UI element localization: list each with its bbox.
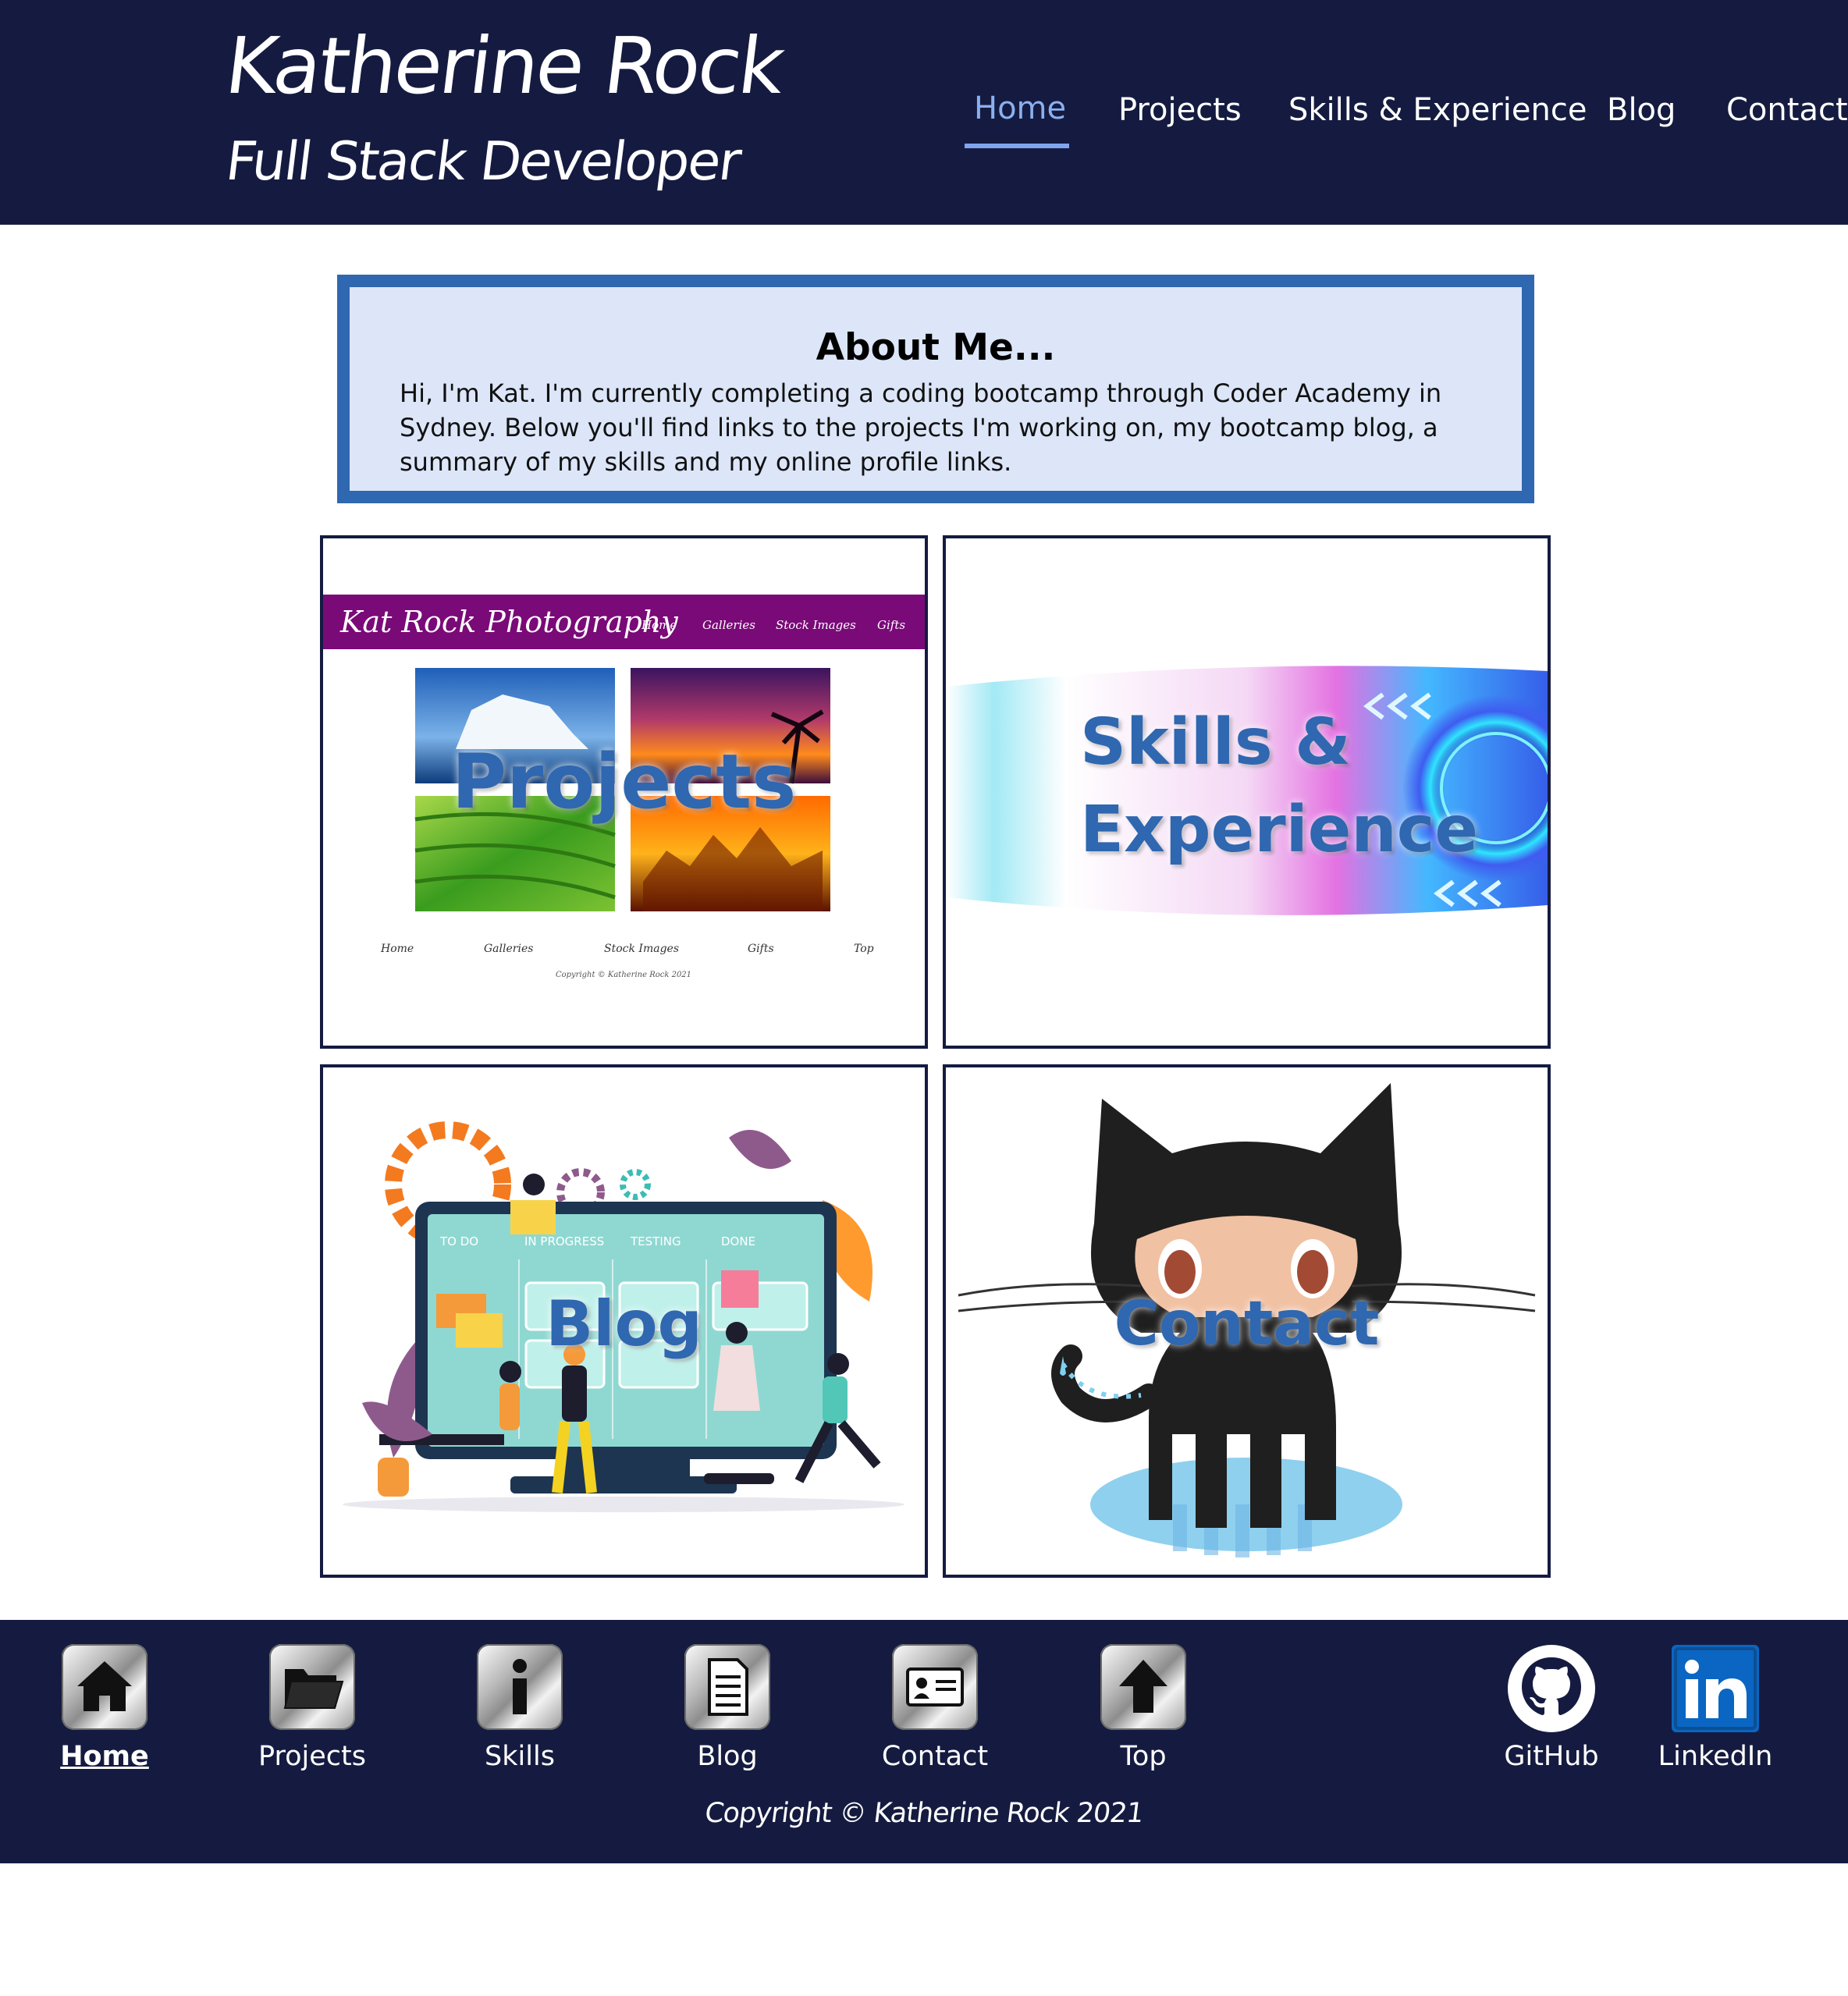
about-me-panel: About Me... Hi, I'm Kat. I'm currently c… (337, 275, 1534, 503)
preview-site-title: Kat Rock Photography (339, 605, 678, 639)
nav-projects[interactable]: Projects (1118, 92, 1242, 128)
info-icon (513, 1659, 527, 1714)
footer-contact-button[interactable] (892, 1644, 978, 1730)
arrow-up-icon (1119, 1660, 1167, 1713)
site-owner-role: Full Stack Developer (222, 131, 744, 193)
footer-github-label[interactable]: GitHub (1466, 1741, 1637, 1772)
linkedin-icon (1672, 1645, 1759, 1732)
footer-skills-label[interactable]: Skills (434, 1741, 606, 1772)
preview-nav-stock: Stock Images (776, 618, 856, 632)
footer-top-label[interactable]: Top (1057, 1741, 1229, 1772)
footer-top-button[interactable] (1100, 1644, 1186, 1730)
about-me-text: Hi, I'm Kat. I'm currently completing a … (400, 378, 1442, 477)
footer-linkedin-button[interactable] (1672, 1645, 1759, 1732)
footer-home-button[interactable] (62, 1644, 147, 1730)
preview-nav-galleries: Galleries (702, 618, 755, 632)
preview-nav-home: Home (641, 618, 677, 632)
nav-skills-experience[interactable]: Skills & Experience (1288, 92, 1587, 128)
folder-icon (283, 1669, 344, 1709)
preview-footer-gifts: Gifts (748, 943, 774, 955)
nav-active-indicator (965, 144, 1069, 148)
preview-copyright: Copyright © Katherine Rock 2021 (556, 971, 691, 979)
footer-linkedin-label[interactable]: LinkedIn (1629, 1741, 1801, 1772)
projects-card[interactable]: Kat Rock Photography Home Galleries Stoc… (320, 535, 928, 1049)
board-column-in-progress: IN PROGRESS (524, 1234, 604, 1248)
footer-github-button[interactable] (1508, 1645, 1595, 1732)
nav-home[interactable]: Home (974, 91, 1066, 126)
nav-blog[interactable]: Blog (1607, 92, 1676, 128)
footer-blog-button[interactable] (684, 1644, 770, 1730)
skills-card-label-line1: Skills & (1080, 705, 1351, 780)
footer-contact-label[interactable]: Contact (849, 1741, 1021, 1772)
preview-nav-gifts: Gifts (877, 618, 905, 632)
contact-card-icon (906, 1667, 964, 1707)
contact-card-label: Contact (1114, 1289, 1380, 1359)
footer-copyright: Copyright © Katherine Rock 2021 (702, 1798, 1146, 1829)
footer-blog-label[interactable]: Blog (641, 1741, 813, 1772)
skills-card-label: Skills & Experience (946, 699, 1548, 874)
skills-card-label-line2: Experience (1080, 793, 1478, 867)
preview-footer-top: Top (854, 943, 874, 955)
contact-card[interactable]: Contact (943, 1064, 1551, 1578)
blog-card-label: Blog (546, 1287, 702, 1360)
home-icon (77, 1661, 132, 1711)
footer-skills-button[interactable] (477, 1644, 563, 1730)
document-icon (708, 1658, 748, 1716)
site-owner-name: Katherine Rock (220, 20, 788, 112)
footer-projects-button[interactable] (269, 1644, 355, 1730)
footer-home-label[interactable]: Home (19, 1741, 190, 1772)
board-column-testing: TESTING (630, 1234, 681, 1248)
footer-projects-label[interactable]: Projects (226, 1741, 398, 1772)
board-column-todo: TO DO (439, 1234, 478, 1248)
about-me-title: About Me... (816, 326, 1056, 369)
site-footer: Home Projects Skills Blog Contact Top Gi… (0, 1620, 1848, 1863)
preview-footer-galleries: Galleries (484, 943, 533, 955)
blog-card[interactable]: TO DO IN PROGRESS TESTING DONE Blog (320, 1064, 928, 1578)
preview-footer-home: Home (380, 943, 414, 955)
site-header: Katherine Rock Full Stack Developer Home… (0, 0, 1848, 225)
skills-card[interactable]: Skills & Experience (943, 535, 1551, 1049)
github-icon (1508, 1645, 1595, 1732)
nav-contact[interactable]: Contact (1726, 92, 1848, 128)
board-column-done: DONE (721, 1234, 755, 1248)
projects-card-label: Projects (451, 738, 797, 826)
preview-footer-stock: Stock Images (604, 943, 679, 955)
octocat-tail (1051, 1344, 1160, 1422)
